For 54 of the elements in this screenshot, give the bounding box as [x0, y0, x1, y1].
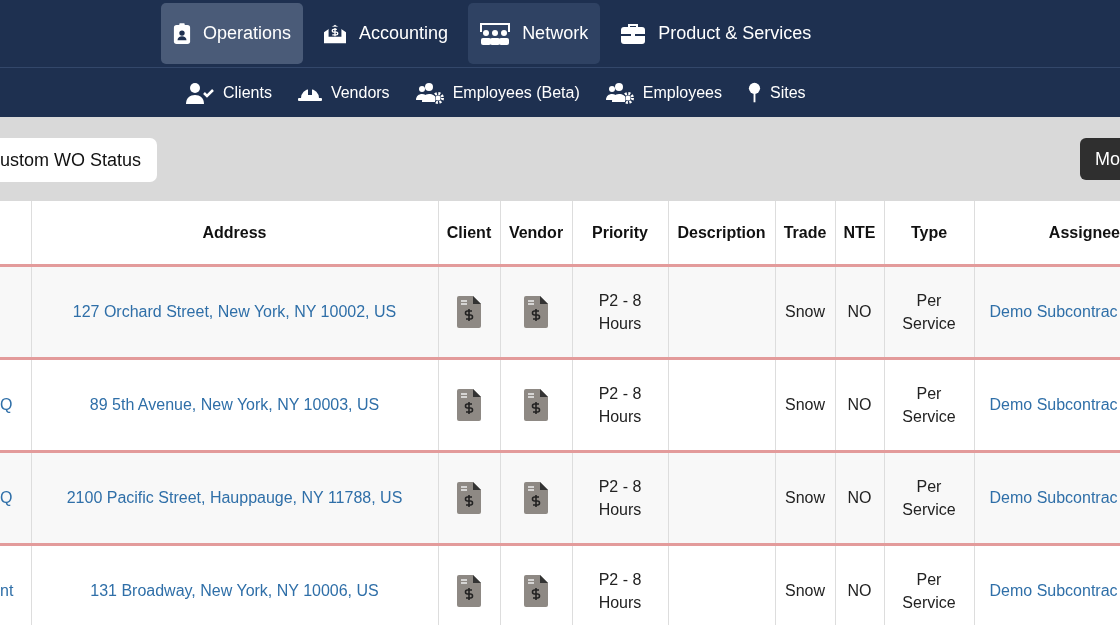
type-cell-text: Per Service — [901, 570, 957, 613]
type-cell-text: Per Service — [901, 477, 957, 520]
dollar-document-icon[interactable] — [524, 296, 548, 328]
briefcase-icon — [620, 22, 647, 45]
dollar-document-icon[interactable] — [457, 389, 481, 421]
type-cell-text: Per Service — [901, 291, 957, 334]
subnav-link[interactable]: Employees — [605, 81, 722, 104]
dollar-document-icon[interactable] — [524, 482, 548, 514]
dollar-document-icon[interactable] — [524, 389, 548, 421]
dollar-document-icon[interactable] — [457, 575, 481, 607]
address-link[interactable]: 131 Broadway, New York, NY 10006, US — [90, 582, 379, 599]
user-check-icon — [186, 81, 214, 104]
assignee-link[interactable]: Demo Subcontrac — [989, 303, 1118, 320]
users-gear-icon — [605, 81, 634, 104]
subnav-link[interactable]: Vendors — [297, 83, 390, 102]
nav-tab[interactable]: Operations — [161, 3, 304, 64]
id-badge-icon — [173, 22, 191, 45]
cell-text[interactable]: Q — [0, 489, 13, 506]
assignee-link[interactable]: Demo Subcontrac — [989, 489, 1118, 506]
nte-cell: NO — [847, 396, 872, 413]
money-envelope-icon — [323, 22, 348, 45]
trade-cell: Snow — [785, 489, 825, 506]
status-button[interactable]: ustom WO Status — [0, 138, 158, 182]
type-cell-text: Per Service — [901, 384, 957, 427]
nte-cell: NO — [847, 489, 872, 506]
more-button[interactable]: Mo — [1080, 138, 1120, 180]
subnav-link[interactable]: Clients — [186, 81, 272, 104]
nav-tab[interactable]: Accounting — [311, 3, 461, 64]
assignee-link[interactable]: Demo Subcontrac — [989, 396, 1118, 413]
priority-cell-text: P2 - 8 Hours — [597, 384, 643, 427]
address-link[interactable]: 2100 Pacific Street, Hauppauge, NY 11788, US — [66, 489, 403, 506]
dollar-document-icon[interactable] — [457, 482, 481, 514]
assignee-link[interactable]: Demo Subcontrac — [989, 582, 1118, 599]
users-gear-icon — [415, 81, 444, 104]
subnav-link[interactable]: Employees (Beta) — [415, 81, 580, 104]
nav-tab[interactable]: Product & Services — [608, 3, 824, 64]
cell-text[interactable]: nt — [0, 582, 14, 599]
trade-cell: Snow — [785, 396, 825, 413]
dollar-document-icon[interactable] — [524, 575, 548, 607]
nte-cell: NO — [847, 582, 872, 599]
address-link[interactable]: 127 Orchard Street, New York, NY 10002, US — [72, 303, 397, 320]
subnav-link[interactable]: Sites — [747, 81, 806, 104]
priority-cell-text: P2 - 8 Hours — [597, 570, 643, 613]
cell-text[interactable]: Q — [0, 396, 13, 413]
people-board-icon — [480, 22, 511, 45]
trade-cell: Snow — [785, 303, 825, 320]
nav-tab[interactable]: Network — [468, 3, 601, 64]
nte-cell: NO — [847, 303, 872, 320]
map-pin-icon — [747, 81, 761, 104]
dollar-document-icon[interactable] — [457, 296, 481, 328]
priority-cell-text: P2 - 8 Hours — [597, 291, 643, 334]
address-link[interactable]: 89 5th Avenue, New York, NY 10003, US — [89, 396, 380, 413]
priority-cell-text: P2 - 8 Hours — [597, 477, 643, 520]
trade-cell: Snow — [785, 582, 825, 599]
